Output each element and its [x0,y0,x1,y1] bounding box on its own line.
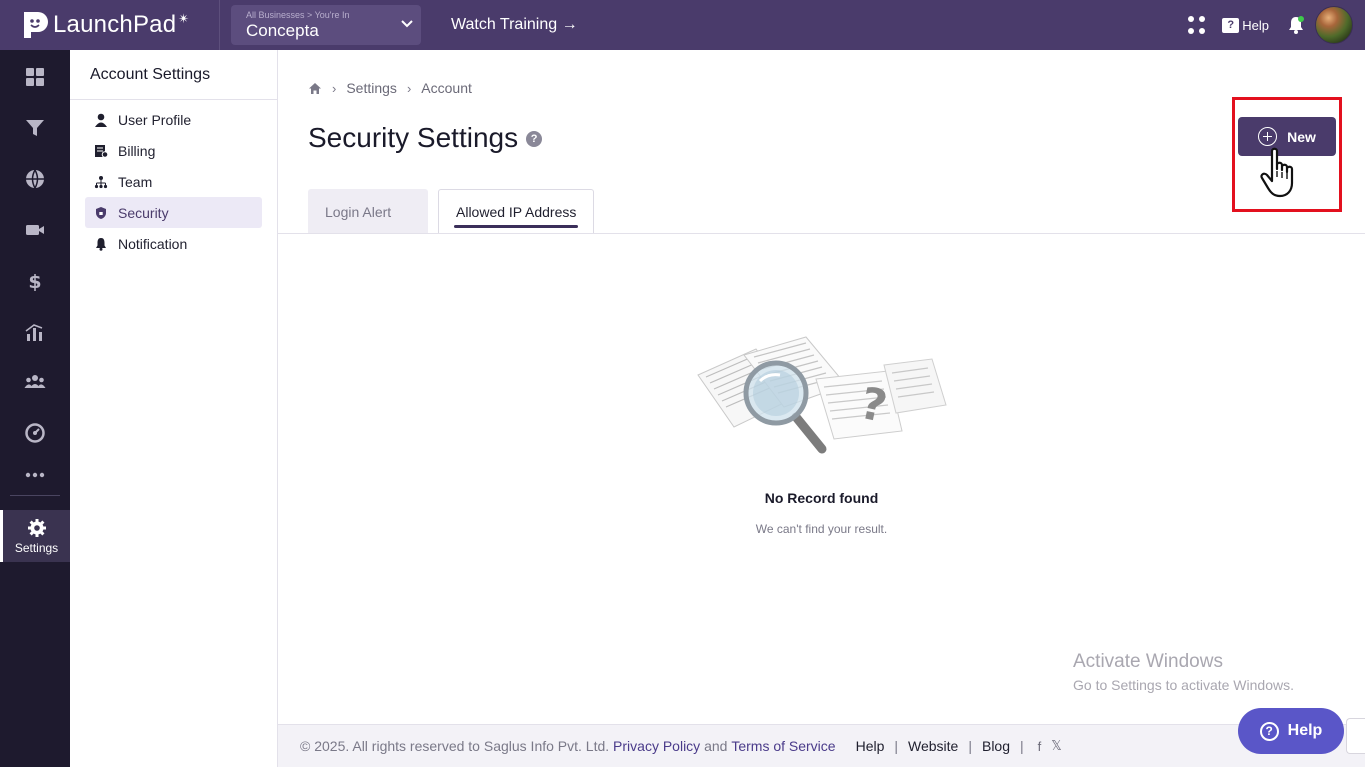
apps-grid-icon[interactable] [1188,16,1206,34]
footer-separator: | [894,738,899,754]
plus-circle-icon [1258,127,1278,146]
dollar-icon[interactable]: $ [0,263,70,299]
home-icon[interactable] [308,82,322,95]
tab-login-alert[interactable]: Login Alert [308,189,428,234]
user-avatar[interactable] [1315,6,1353,44]
hand-cursor-icon [1260,147,1294,198]
dashboard-icon[interactable] [0,59,70,95]
help-label: Help [1242,17,1269,33]
breadcrumb: › Settings › Account [308,80,472,96]
subnav-item-label: User Profile [118,111,192,128]
copyright-text: © 2025. All rights reserved to Saglus In… [300,738,610,754]
bell-icon [94,237,108,251]
user-icon [94,113,108,127]
logo-icon [24,12,48,38]
notification-bell-icon[interactable] [1287,15,1305,35]
subnav-item-notification[interactable]: Notification [85,228,262,259]
side-panel-handle[interactable] [1346,718,1365,754]
footer-separator: | [968,738,972,754]
subnav-item-billing[interactable]: Billing [85,135,262,166]
activate-windows-watermark: Activate Windows Go to Settings to activ… [1073,651,1294,693]
help-link[interactable]: ? Help [1222,17,1269,33]
business-name: Concepta [246,21,319,40]
terms-of-service-link[interactable]: Terms of Service [731,738,835,754]
tab-label: Allowed IP Address [456,204,577,220]
billing-icon [94,144,108,158]
settings-label: Settings [14,540,59,555]
new-button-label: New [1287,128,1316,145]
funnel-icon[interactable] [0,110,70,146]
business-crumb: All Businesses > You're In [246,10,350,20]
svg-text:$: $ [28,271,41,292]
rail-divider [10,495,60,496]
page-title: Security Settings [308,122,519,153]
footer-blog-link[interactable]: Blog [982,738,1010,754]
tab-allowed-ip-address[interactable]: Allowed IP Address [438,189,595,234]
empty-state-subtitle: We can't find your result. [755,522,888,536]
video-icon[interactable] [0,212,70,248]
business-switcher[interactable]: All Businesses > You're In Concepta [231,5,421,45]
footer-separator: | [1020,738,1024,754]
icon-rail: $ Settings [0,50,70,767]
tab-bar: Login Alert Allowed IP Address [308,189,604,234]
x-twitter-icon[interactable]: 𝕏 [1051,738,1061,754]
gear-icon [27,518,46,537]
subnav-item-security[interactable]: Security [85,197,262,228]
subnav-item-label: Billing [118,142,156,159]
footer-help-link[interactable]: Help [856,738,885,754]
breadcrumb-separator: › [406,80,412,96]
help-circle-icon: ? [1259,721,1279,741]
empty-state-title: No Record found [764,490,879,506]
watch-training-link[interactable]: Watch Training → [451,16,578,34]
globe-icon[interactable] [0,161,70,197]
account-settings-nav: Account Settings User Profile Billing Te… [70,50,278,767]
app-logo[interactable]: LaunchPad ✴ [22,0,220,50]
subnav-item-label: Team [118,173,153,190]
main-content: › Settings › Account Security Settings ?… [278,50,1365,724]
page-title-row: Security Settings ? [308,122,543,154]
people-icon[interactable] [0,364,70,400]
more-icon[interactable] [0,457,70,493]
footer: © 2025. All rights reserved to Saglus In… [278,724,1365,767]
no-records-illustration: ? [697,336,947,454]
top-bar: LaunchPad ✴ All Businesses > You're In C… [0,0,1365,50]
question-icon[interactable]: ? [526,131,543,147]
footer-website-link[interactable]: Website [908,738,958,754]
app-name: LaunchPad [53,11,177,38]
gauge-icon[interactable] [0,415,70,451]
tab-label: Login Alert [325,203,392,220]
watermark-line2: Go to Settings to activate Windows. [1073,677,1294,693]
privacy-policy-link[interactable]: Privacy Policy [613,738,700,754]
shield-icon [94,206,108,220]
subnav-item-label: Notification [118,235,188,252]
breadcrumb-separator: › [332,80,337,96]
subnav-item-team[interactable]: Team [85,166,262,197]
subnav-item-label: Security [118,204,169,221]
rocket-icon: ✴ [178,11,190,26]
floating-help-label: Help [1287,722,1323,739]
breadcrumb-settings[interactable]: Settings [346,80,397,96]
facebook-icon[interactable]: f [1038,739,1042,754]
settings-nav-item[interactable]: Settings [0,510,70,562]
breadcrumb-account[interactable]: Account [421,80,472,96]
footer-and: and [704,738,728,754]
team-icon [94,175,108,189]
tabs-divider [278,233,1365,234]
subnav-item-user-profile[interactable]: User Profile [85,104,262,135]
floating-help-button[interactable]: ? Help [1238,708,1344,754]
watermark-line1: Activate Windows [1073,651,1223,672]
analytics-icon[interactable] [0,315,70,351]
help-icon: ? [1222,17,1240,33]
subnav-title: Account Settings [70,50,277,100]
chevron-down-icon [401,20,413,28]
